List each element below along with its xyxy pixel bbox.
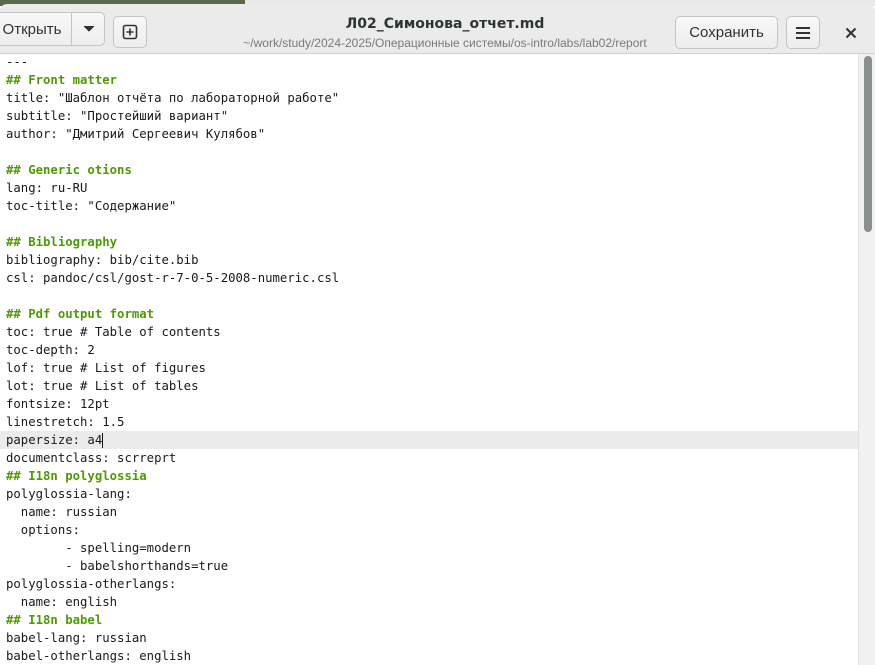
editor-line: babel-otherlangs: english (6, 649, 192, 663)
hamburger-menu-icon (796, 26, 810, 39)
editor-line: - babelshorthands=true (6, 559, 229, 573)
editor-line: csl: pandoc/csl/gost-r-7-0-5-2008-numeri… (6, 271, 340, 285)
current-line-highlight (0, 431, 858, 449)
open-dropdown-button[interactable] (72, 13, 105, 45)
editor-line: polyglossia-otherlangs: (6, 577, 177, 591)
markdown-heading-line: ## Bibliography (6, 235, 118, 249)
window-title: Л02_Симонова_отчет.md ~/work/study/2024-… (190, 14, 700, 52)
close-window-button[interactable] (836, 18, 866, 48)
editor-line: author: "Дмитрий Сергеевич Кулябов" (6, 127, 266, 141)
vertical-scrollbar[interactable] (858, 54, 875, 665)
editor-line: linestretch: 1.5 (6, 415, 125, 429)
editor-line: --- (6, 55, 29, 69)
editor-line: toc: true # Table of contents (6, 325, 221, 339)
new-tab-button[interactable] (113, 16, 147, 48)
editor-line: bibliography: bib/cite.bib (6, 253, 199, 267)
editor-line: lang: ru-RU (6, 181, 88, 195)
editor-line: fontsize: 12pt (6, 397, 110, 411)
editor-line: toc-depth: 2 (6, 343, 95, 357)
editor-line: polyglossia-lang: (6, 487, 132, 501)
save-button[interactable]: Сохранить (675, 16, 778, 49)
editor-line: babel-lang: russian (6, 631, 147, 645)
open-button[interactable]: Открыть (0, 13, 71, 45)
chevron-down-icon (83, 25, 94, 32)
editor-line: toc-title: "Содержание" (6, 199, 177, 213)
editor-line: name: russian (6, 505, 118, 519)
header-bar: Открыть Л02_Симонова_отчет.md ~/work/stu… (0, 4, 875, 54)
editor-line: options: (6, 523, 81, 537)
document-path: ~/work/study/2024-2025/Операционные сист… (243, 36, 647, 50)
editor-line: name: english (6, 595, 118, 609)
editor-line: papersize: a4 (6, 433, 103, 447)
text-editor[interactable]: --- ## Front matter title: "Шаблон отчёта … (0, 54, 875, 665)
editor-line: lof: true # List of figures (6, 361, 206, 375)
open-button-group: Открыть (0, 12, 105, 46)
markdown-heading-line: ## I18n babel (6, 613, 103, 627)
scrollbar-thumb[interactable] (864, 56, 872, 232)
document-title: Л02_Симонова_отчет.md (345, 16, 545, 32)
close-icon (845, 27, 857, 39)
editor-line: documentclass: scrreprt (6, 451, 177, 465)
editor-line: title: "Шаблон отчёта по лабораторной ра… (6, 91, 340, 105)
markdown-heading-line: ## Pdf output format (6, 307, 155, 321)
editor-line: lot: true # List of tables (6, 379, 199, 393)
markdown-heading-line: ## I18n polyglossia (6, 469, 147, 483)
main-menu-button[interactable] (786, 16, 820, 49)
markdown-heading-line: ## Generic otions (6, 163, 132, 177)
markdown-heading-line: ## Front matter (6, 73, 118, 87)
new-tab-icon (122, 24, 138, 40)
editor-line: subtitle: "Простейший вариант" (6, 109, 229, 123)
text-cursor (102, 433, 104, 448)
editor-line: - spelling=modern (6, 541, 192, 555)
